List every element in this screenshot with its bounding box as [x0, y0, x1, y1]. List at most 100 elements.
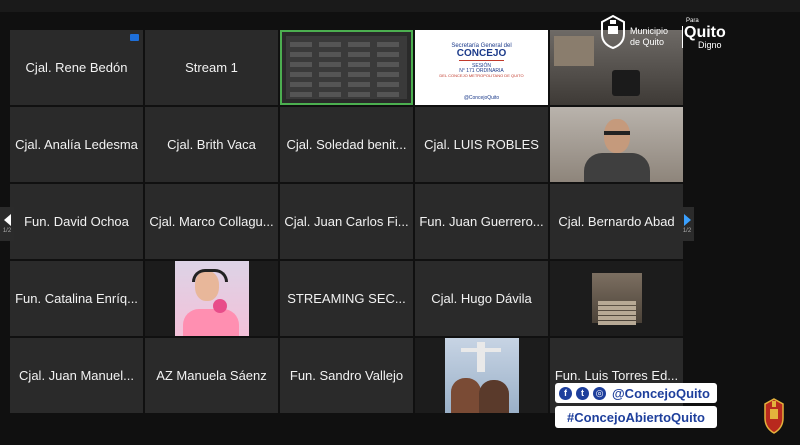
mini-tile — [348, 72, 370, 77]
mini-tile — [319, 72, 341, 77]
mini-tile — [377, 52, 399, 57]
participant-tile[interactable]: Stream 1 — [145, 30, 278, 105]
facebook-icon: f — [559, 386, 572, 400]
participant-tile[interactable]: Cjal. Marco Collagu... — [145, 184, 278, 259]
video-feed-shape — [598, 316, 636, 320]
muni-line-2: de Quito — [630, 37, 665, 47]
prev-page-button[interactable]: 1/2 — [0, 207, 14, 241]
hashtag-banner: #ConcejoAbiertoQuito — [555, 406, 717, 428]
participant-video-tile[interactable] — [550, 261, 683, 336]
page-indicator: 1/2 — [682, 228, 692, 234]
video-feed-shape — [477, 342, 485, 372]
video-feed-shape — [598, 311, 636, 315]
video-feed-shape — [612, 70, 640, 96]
participant-tile[interactable]: Fun. Juan Guerrero... — [415, 184, 548, 259]
participant-tile[interactable]: Cjal. Analía Ledesma — [10, 107, 143, 182]
city-seal-icon — [601, 14, 625, 50]
video-feed-shape — [479, 380, 509, 413]
social-handle-banner: f t ◎ @ConcejoQuito — [555, 383, 717, 403]
participant-tile[interactable]: STREAMING SEC... — [280, 261, 413, 336]
participant-tile[interactable]: Cjal. Hugo Dávila — [415, 261, 548, 336]
mini-tile — [377, 42, 399, 47]
video-feed-shape — [183, 309, 239, 336]
presentation-slide-tile[interactable]: Secretaría General del CONCEJO SESIÓN N° 17… — [415, 30, 548, 105]
chevron-right-icon — [683, 214, 691, 226]
participant-name: Cjal. Brith Vaca — [167, 137, 256, 152]
participant-tile[interactable]: Fun. Sandro Vallejo — [280, 338, 413, 413]
participant-tile[interactable]: Fun. Catalina Enríq... — [10, 261, 143, 336]
mini-tile — [348, 62, 370, 67]
logo-divider — [682, 26, 683, 48]
participant-name: AZ Manuela Sáenz — [156, 368, 267, 383]
mini-tile — [319, 42, 341, 47]
mini-tile — [377, 92, 399, 97]
mini-tile — [377, 62, 399, 67]
hashtag-text: #ConcejoAbiertoQuito — [567, 409, 705, 425]
quito-suffix: Digno — [698, 40, 722, 50]
video-feed-shape — [554, 36, 594, 66]
participant-name: Cjal. Juan Manuel... — [19, 368, 134, 383]
video-feed-shape — [584, 153, 650, 182]
chevron-left-icon — [3, 214, 11, 226]
mini-tile — [319, 92, 341, 97]
mini-tile — [348, 82, 370, 87]
participant-name: Cjal. Hugo Dávila — [431, 291, 532, 306]
video-feed-shape — [598, 321, 636, 325]
participant-tile[interactable]: Cjal. Juan Manuel... — [10, 338, 143, 413]
twitter-icon: t — [576, 386, 589, 400]
mini-tile — [348, 42, 370, 47]
participant-video-tile[interactable] — [145, 261, 278, 336]
mini-tile — [348, 52, 370, 57]
slide-heading: CONCEJO — [456, 48, 507, 59]
mini-tile — [290, 82, 312, 87]
participant-tile[interactable]: Fun. David Ochoa — [10, 184, 143, 259]
participant-name: Fun. David Ochoa — [24, 214, 129, 229]
gallery-grid: Cjal. Rene Bedón Stream 1 Secretaría Gener… — [10, 30, 683, 413]
participant-name: Cjal. Analía Ledesma — [15, 137, 138, 152]
muni-line-1: Municipio — [630, 26, 669, 36]
participant-name: Cjal. Juan Carlos Fi... — [284, 214, 409, 229]
participant-name: Fun. Luis Torres Ed... — [554, 368, 679, 383]
participant-tile[interactable]: Cjal. Bernardo Abad — [550, 184, 683, 259]
participant-video-tile[interactable] — [415, 338, 548, 413]
video-feed-shape — [598, 306, 636, 310]
mini-tile — [290, 92, 312, 97]
participant-video-tile[interactable] — [550, 107, 683, 182]
participant-tile[interactable]: Cjal. Brith Vaca — [145, 107, 278, 182]
participant-tile[interactable]: Cjal. Rene Bedón — [10, 30, 143, 105]
participant-tile[interactable]: Cjal. LUIS ROBLES — [415, 107, 548, 182]
screen-share-thumbnail — [286, 36, 407, 99]
mini-tile — [319, 82, 341, 87]
participant-name: STREAMING SEC... — [287, 291, 406, 306]
zoom-window: Cjal. Rene Bedón Stream 1 Secretaría Gener… — [0, 0, 800, 445]
social-handle: @ConcejoQuito — [612, 385, 710, 401]
mini-tile — [377, 82, 399, 87]
participant-name: Cjal. Rene Bedón — [25, 60, 128, 75]
participant-name: Cjal. LUIS ROBLES — [424, 137, 539, 152]
video-feed-shape — [213, 299, 227, 313]
participant-name: Fun. Juan Guerrero... — [419, 214, 544, 229]
video-feed-shape — [604, 119, 630, 153]
video-feed-shape — [192, 269, 228, 282]
participant-name: Cjal. Bernardo Abad — [558, 214, 675, 229]
video-feed-shape — [604, 131, 630, 135]
mini-tile — [377, 72, 399, 77]
participant-tile[interactable]: Cjal. Juan Carlos Fi... — [280, 184, 413, 259]
participant-name: Cjal. Marco Collagu... — [149, 214, 274, 229]
municipality-logo: Municipio de Quito Para Quito Digno — [598, 14, 733, 52]
participant-tile[interactable]: Cjal. Soledad benit... — [280, 107, 413, 182]
screen-share-tile[interactable] — [280, 30, 413, 105]
next-page-button[interactable]: 1/2 — [680, 207, 694, 241]
title-bar — [0, 0, 800, 12]
participant-tile[interactable]: AZ Manuela Sáenz — [145, 338, 278, 413]
participant-name: Fun. Sandro Vallejo — [289, 368, 404, 383]
slide-subtitle: DEL CONCEJO METROPOLITANO DE QUITO — [439, 73, 524, 78]
video-feed-shape — [451, 378, 481, 413]
mini-tile — [319, 62, 341, 67]
page-indicator: 1/2 — [2, 228, 12, 234]
participant-name: Cjal. Soledad benit... — [286, 137, 407, 152]
participant-name: Stream 1 — [185, 60, 238, 75]
mini-tile — [290, 42, 312, 47]
mini-tile — [319, 52, 341, 57]
city-crest-icon — [764, 398, 784, 434]
